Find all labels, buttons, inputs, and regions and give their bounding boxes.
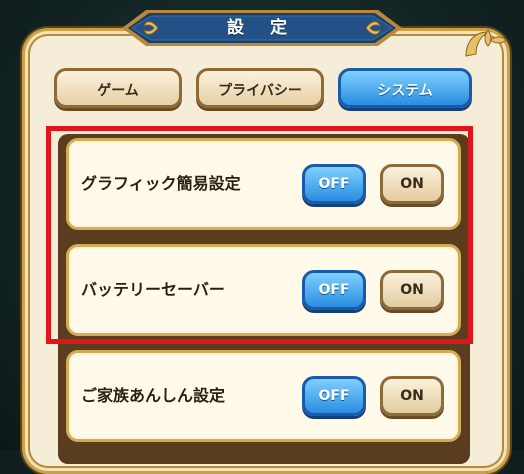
tab-game[interactable]: ゲーム [54, 68, 182, 108]
graphics-on-button[interactable]: ON [380, 164, 444, 204]
family-on-button[interactable]: ON [380, 376, 444, 416]
setting-label-battery: バッテリーセーバー [81, 280, 225, 299]
setting-row-battery: バッテリーセーバー OFF ON [66, 244, 461, 336]
battery-on-button[interactable]: ON [380, 270, 444, 310]
tab-system[interactable]: システム [338, 68, 472, 108]
tab-privacy-label: プライバシー [218, 83, 302, 99]
tab-game-label: ゲーム [97, 83, 139, 99]
setting-label-graphics: グラフィック簡易設定 [81, 174, 241, 193]
title-plate: 設 定 [112, 6, 412, 50]
corner-ornament-icon [465, 29, 507, 57]
tab-bar: ゲーム プライバシー システム [50, 68, 480, 114]
page-title: 設 定 [227, 18, 297, 38]
tab-privacy[interactable]: プライバシー [196, 68, 324, 108]
graphics-off-button[interactable]: OFF [302, 164, 366, 204]
family-off-button[interactable]: OFF [302, 376, 366, 416]
battery-off-button[interactable]: OFF [302, 270, 366, 310]
tab-system-label: システム [377, 83, 433, 99]
setting-row-graphics: グラフィック簡易設定 OFF ON [66, 138, 461, 230]
setting-row-family: ご家族あんしん設定 OFF ON [66, 350, 461, 442]
setting-label-family: ご家族あんしん設定 [81, 386, 226, 405]
